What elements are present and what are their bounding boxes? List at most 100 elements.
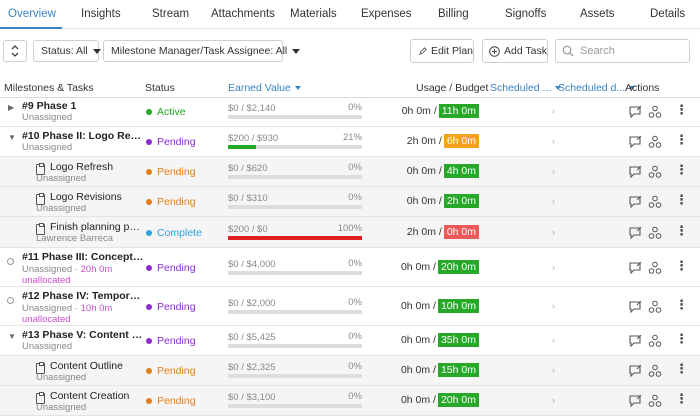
tab-insights[interactable]: Insights [81,8,121,20]
assign-people-icon[interactable] [648,165,662,182]
milestone-row[interactable]: ▼ #10 Phase II: Logo Refresh Unassigned Pen… [0,127,700,157]
task-row[interactable]: Finish planning phase Lawrence Barreca Com… [0,217,700,248]
edit-plan-button[interactable]: Edit Plan [410,39,474,63]
expand-circle-icon[interactable] [7,256,14,268]
assign-people-icon[interactable] [648,394,662,411]
more-options-icon[interactable]: ⋮ [675,332,688,345]
row-name[interactable]: Content Outline [50,360,123,372]
col-scheduled-start-header[interactable]: Scheduled ... [490,82,562,94]
assign-people-icon[interactable] [648,364,662,381]
comment-icon[interactable] [628,300,642,317]
add-task-button[interactable]: Add Task [482,39,548,63]
assign-people-icon[interactable] [648,261,662,278]
row-name[interactable]: Content Creation [50,390,129,402]
task-row[interactable]: Content Outline Unassigned Pending $0 / $2… [0,356,700,386]
tab-details[interactable]: Details [650,8,685,20]
row-name[interactable]: Finish planning phase [50,221,145,233]
milestone-row[interactable]: #11 Phase III: Concept Boar...Unassigned… [0,248,700,287]
row-name[interactable]: Logo Revisions [50,191,122,203]
earned-value-progress-bar [228,115,362,119]
chevron-right-icon[interactable]: › [552,227,555,237]
usage-used: 0h 0m / [400,394,436,406]
more-options-icon[interactable]: ⋮ [675,259,688,272]
tab-signoffs[interactable]: Signoffs [505,8,546,20]
collapse-arrow-icon[interactable]: ▼ [8,133,16,142]
chevron-down-icon [92,48,101,54]
col-usage-header[interactable]: Usage / Budget [416,82,488,94]
budget-badge: 6h 0m [443,134,479,148]
row-assignee: Lawrence Barreca [36,233,114,244]
tab-billing[interactable]: Billing [438,8,469,20]
chevron-right-icon[interactable]: › [552,136,555,146]
chevron-right-icon[interactable]: › [552,335,555,345]
more-options-icon[interactable]: ⋮ [675,298,688,311]
chevron-right-icon[interactable]: › [552,365,555,375]
search-input[interactable] [580,45,680,57]
status-label: Pending [157,262,196,274]
assignee-filter-dropdown[interactable]: Milestone Manager/Task Assignee: All [103,40,301,62]
comment-icon[interactable] [628,135,642,152]
comment-icon[interactable] [628,261,642,278]
chevron-right-icon[interactable]: › [552,262,555,272]
more-options-icon[interactable]: ⋮ [675,224,688,237]
tab-bar: Overview Insights Stream Attachments Mat… [0,0,700,29]
chevron-right-icon[interactable]: › [552,196,555,206]
comment-icon[interactable] [628,394,642,411]
col-earned-value-header[interactable]: Earned Value [228,82,301,94]
table-header: Milestones & Tasks Status Earned Value U… [0,78,700,98]
tab-expenses[interactable]: Expenses [361,8,412,20]
status-filter-dropdown[interactable]: Status: All [33,40,101,62]
col-name-header[interactable]: Milestones & Tasks [4,82,94,94]
more-options-icon[interactable]: ⋮ [675,362,688,375]
comment-icon[interactable] [628,364,642,381]
row-name[interactable]: #10 Phase II: Logo Refresh [22,130,144,142]
task-row[interactable]: Content Creation Unassigned Pending $0 / $… [0,386,700,416]
tab-overview[interactable]: Overview [8,8,56,20]
assign-people-icon[interactable] [648,105,662,122]
milestone-row[interactable]: ▼ #13 Phase V: Content Creati...Unassigne… [0,326,700,356]
more-options-icon[interactable]: ⋮ [675,193,688,206]
expand-circle-icon[interactable] [7,295,14,307]
tab-attachments[interactable]: Attachments [211,8,275,20]
chevron-right-icon[interactable]: › [552,395,555,405]
milestone-row[interactable]: #12 Phase IV: Temporary La...Unassigned … [0,287,700,326]
col-status-header[interactable]: Status [145,82,175,94]
assign-people-icon[interactable] [648,135,662,152]
expand-collapse-button[interactable] [3,40,27,62]
usage-used: 0h 0m / [400,300,436,312]
expand-arrow-icon[interactable]: ▶ [8,103,14,112]
assign-people-icon[interactable] [648,226,662,243]
more-options-icon[interactable]: ⋮ [675,103,688,116]
comment-icon[interactable] [628,195,642,212]
chevron-right-icon[interactable]: › [552,166,555,176]
tab-materials[interactable]: Materials [290,8,337,20]
chevron-right-icon[interactable]: › [552,106,555,116]
collapse-arrow-icon[interactable]: ▼ [8,332,16,341]
comment-icon[interactable] [628,334,642,351]
tab-stream[interactable]: Stream [152,8,189,20]
assignee-name: Unassigned [22,264,73,275]
task-row[interactable]: Logo Revisions Unassigned Pending $0 / $31… [0,187,700,217]
assign-people-icon[interactable] [648,300,662,317]
col-scheduled-due-header[interactable]: Scheduled d... [558,82,636,94]
comment-icon[interactable] [628,226,642,243]
row-name[interactable]: #13 Phase V: Content Creati... [22,329,144,341]
chevron-right-icon[interactable]: › [552,301,555,311]
tab-assets[interactable]: Assets [580,8,615,20]
row-name[interactable]: #12 Phase IV: Temporary La... [22,290,144,302]
status-badge: Pending [146,196,196,208]
comment-icon[interactable] [628,105,642,122]
more-options-icon[interactable]: ⋮ [675,392,688,405]
assign-people-icon[interactable] [648,334,662,351]
assign-people-icon[interactable] [648,195,662,212]
comment-icon[interactable] [628,165,642,182]
row-name[interactable]: Logo Refresh [50,161,113,173]
row-name[interactable]: #9 Phase 1 [22,100,76,112]
row-name[interactable]: #11 Phase III: Concept Boar... [22,251,144,263]
more-options-icon[interactable]: ⋮ [675,133,688,146]
task-row[interactable]: Logo Refresh Unassigned Pending $0 / $620 … [0,157,700,187]
milestone-row[interactable]: ▶ #9 Phase 1 Unassigned Active $0 / $2,140 … [0,97,700,127]
earned-value-percent: 0% [348,258,362,269]
more-options-icon[interactable]: ⋮ [675,163,688,176]
earned-value-progress-bar [228,145,362,149]
